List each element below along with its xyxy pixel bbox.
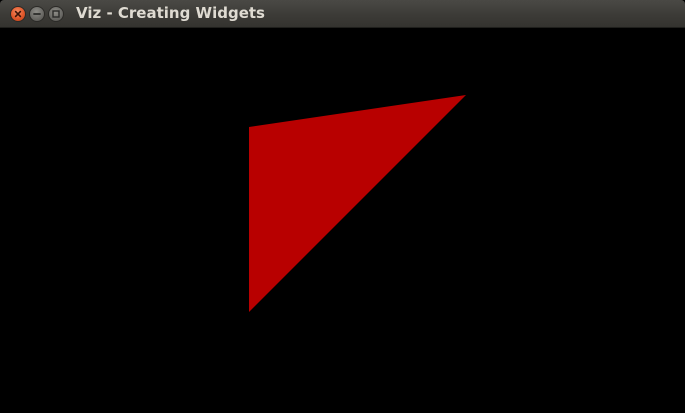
- app-window: Viz - Creating Widgets: [0, 0, 685, 413]
- minimize-icon: [33, 13, 41, 15]
- maximize-icon: [52, 10, 60, 18]
- triangle-widget: [249, 95, 466, 312]
- scene-canvas: [249, 95, 466, 312]
- close-icon: [14, 10, 22, 18]
- window-titlebar[interactable]: Viz - Creating Widgets: [0, 0, 685, 28]
- window-title: Viz - Creating Widgets: [76, 4, 265, 22]
- window-controls: [10, 6, 64, 22]
- close-button[interactable]: [10, 6, 26, 22]
- minimize-button[interactable]: [29, 6, 45, 22]
- maximize-button[interactable]: [48, 6, 64, 22]
- render-viewport[interactable]: [0, 28, 685, 413]
